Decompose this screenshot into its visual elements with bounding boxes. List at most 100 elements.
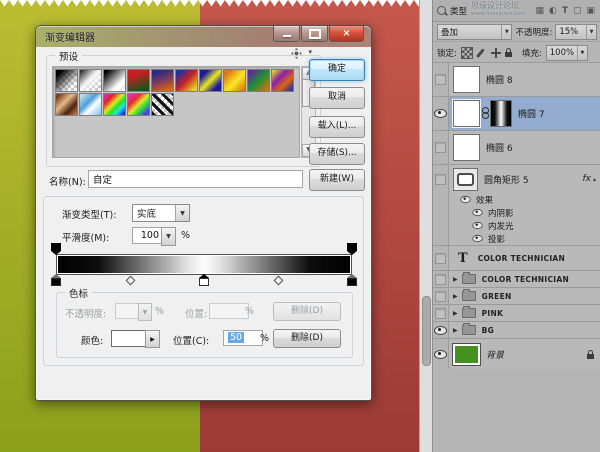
layer-row[interactable]: 效果 [433,193,600,206]
preset-swatch-yellow-violet-orange-blue[interactable] [271,69,294,92]
eye-icon[interactable] [434,109,447,118]
cancel-button[interactable]: 取消 [309,87,365,109]
gear-icon[interactable] [293,50,300,57]
layer-opacity-select[interactable]: 15% ▼ [555,24,597,40]
eye-icon[interactable] [434,326,447,335]
visibility-column[interactable] [433,219,449,232]
lock-pixels-icon[interactable] [477,48,487,58]
eye-well[interactable] [435,291,446,302]
search-icon[interactable] [437,6,446,15]
layer-row[interactable]: 椭圆 8 [433,62,600,96]
layer-row[interactable]: 内阴影 [433,206,600,219]
document-vertical-scrollbar[interactable] [419,0,433,452]
visibility-column[interactable] [433,232,449,245]
preset-swatch-chrome[interactable] [79,93,102,116]
shape-filter-icon[interactable]: ▢ [573,6,582,16]
fx-collapse-icon[interactable]: ▴ [593,176,596,183]
delete-color-button[interactable]: 删除(D) [273,329,341,348]
layer-row[interactable]: 背景 [433,338,600,369]
opacity-stop-0[interactable] [51,243,61,255]
visibility-column[interactable] [433,288,449,304]
eye-well[interactable] [435,308,446,319]
layer-thumbnail[interactable] [453,66,480,93]
color-stop-0[interactable] [51,274,61,286]
preset-swatch-foreground-to-background[interactable] [79,69,102,92]
lock-all-icon[interactable] [505,52,512,57]
preset-swatch-red-green[interactable] [127,69,150,92]
expand-caret-icon[interactable]: ▶ [453,276,458,283]
visibility-column[interactable] [433,246,449,270]
preset-swatch-transparent-stripes[interactable] [151,93,174,116]
smart-object-filter-icon[interactable]: ▣ [586,6,595,16]
layer-row[interactable]: ▶GREEN [433,287,600,304]
scrollbar-thumb[interactable] [422,296,431,366]
eye-icon[interactable] [472,235,482,242]
eye-icon[interactable] [472,209,482,216]
eye-well[interactable] [435,253,446,264]
expand-caret-icon[interactable]: ▶ [453,327,458,334]
preset-swatch-violet-orange[interactable] [151,69,174,92]
preset-swatch-blue-yellow-blue[interactable] [199,69,222,92]
layer-row[interactable]: 椭圆 6 [433,130,600,164]
maximize-button[interactable] [301,26,328,42]
new-button[interactable]: 新建(W) [309,169,365,191]
midpoint-diamond-25[interactable] [126,276,136,286]
eye-well[interactable] [435,274,446,285]
blend-mode-select[interactable]: 叠加 ▼ [437,24,512,40]
preset-swatch-transparent-rainbow[interactable] [127,93,150,116]
stop-color-swatch[interactable] [111,330,146,347]
visibility-column[interactable] [433,305,449,321]
preset-swatch-black-white[interactable] [103,69,126,92]
preset-swatch-orange-yellow-orange[interactable] [223,69,246,92]
minimize-button[interactable] [273,26,300,42]
gradient-type-select[interactable]: 实底 ▼ [132,204,190,222]
save-button[interactable]: 存储(S)... [309,143,365,165]
load-button[interactable]: 载入(L)... [309,116,365,138]
type-filter-icon[interactable]: T [562,6,568,16]
visibility-column[interactable] [433,322,449,338]
visibility-column[interactable] [433,131,449,164]
dialog-titlebar[interactable]: 渐变编辑器 × [36,26,371,47]
layer-row[interactable]: 椭圆 7 [433,96,600,130]
visibility-column[interactable] [433,63,449,96]
preset-swatch-blue-red-yellow[interactable] [175,69,198,92]
chevron-down-icon[interactable]: ▼ [175,205,189,221]
fill-select[interactable]: 100% ▼ [546,45,588,61]
layer-row[interactable]: ▶PINK [433,304,600,321]
color-stop-50[interactable] [199,274,209,286]
preset-swatch-foreground-to-transparent[interactable] [55,69,78,92]
visibility-column[interactable] [433,206,449,219]
lock-position-icon[interactable] [491,48,501,58]
layer-row[interactable]: 圆角矩形 5fx▴ [433,164,600,193]
preset-swatch-copper[interactable] [55,93,78,116]
position-c-input[interactable]: 50 [223,330,263,346]
midpoint-diamond-75[interactable] [274,276,284,286]
visibility-column[interactable] [433,193,449,206]
visibility-column[interactable] [433,339,449,369]
lock-transparency-icon[interactable] [461,47,473,59]
background-thumbnail[interactable] [453,344,480,365]
layer-thumbnail[interactable] [453,100,480,127]
eye-icon[interactable] [434,350,447,359]
close-button[interactable]: × [329,26,364,42]
fx-badge[interactable]: fx▴ [582,174,596,184]
layer-thumbnail[interactable] [453,168,478,191]
visibility-column[interactable] [433,165,449,193]
color-stop-100[interactable] [347,274,357,286]
layer-row[interactable]: ▶COLOR TECHNICIAN [433,270,600,287]
expand-caret-icon[interactable]: ▶ [453,310,458,317]
visibility-column[interactable] [433,271,449,287]
eye-well[interactable] [435,142,446,153]
preset-swatch-spectrum[interactable] [103,93,126,116]
pixel-filter-icon[interactable]: ▦ [535,6,544,16]
gradient-fill-thumbnail[interactable] [490,100,512,127]
eye-icon[interactable] [472,222,482,229]
ok-button[interactable]: 确定 [309,59,365,81]
name-input[interactable] [88,170,303,188]
opacity-stop-100[interactable] [347,243,357,255]
expand-caret-icon[interactable]: ▶ [453,293,458,300]
text-layer-icon[interactable]: T [458,251,468,266]
layer-row[interactable]: ▶BG [433,321,600,338]
visibility-column[interactable] [433,97,449,130]
gear-menu-caret-icon[interactable]: ▾ [308,48,312,56]
